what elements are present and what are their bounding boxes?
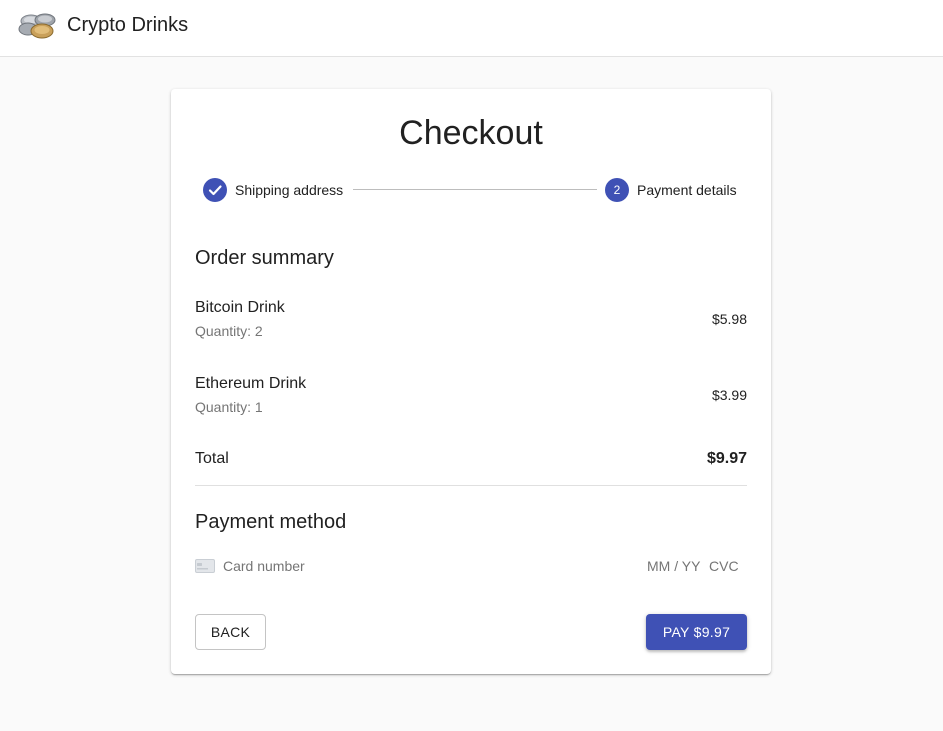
item-quantity: Quantity: 2 [195, 323, 263, 339]
back-button[interactable]: BACK [195, 614, 266, 650]
step-label-shipping-address: Shipping address [235, 182, 344, 198]
item-name: Ethereum Drink [195, 375, 307, 392]
card-input-field[interactable]: Card number MM / YY CVC [195, 555, 747, 577]
step-label-payment-details: Payment details [637, 182, 737, 198]
card-number-input[interactable]: Card number [223, 558, 305, 574]
pay-button[interactable]: PAY $9.97 [646, 614, 747, 650]
total-value: $9.97 [706, 450, 747, 467]
coins-icon [18, 13, 56, 39]
total-label: Total [195, 450, 229, 467]
payment-method-title: Payment method [195, 511, 347, 533]
credit-card-icon [195, 559, 215, 573]
step-completed-check-icon [203, 178, 227, 202]
step-connector [353, 189, 597, 190]
card-cvc-input[interactable]: CVC [709, 558, 739, 574]
order-summary-title: Order summary [195, 247, 334, 269]
item-name: Bitcoin Drink [195, 299, 285, 316]
app-bar: Crypto Drinks [0, 0, 943, 57]
item-quantity: Quantity: 1 [195, 399, 263, 415]
check-icon [208, 185, 222, 196]
app-title: Crypto Drinks [67, 14, 189, 36]
item-price: $3.99 [711, 387, 747, 403]
step-number-icon: 2 [605, 178, 629, 202]
checkout-card: Checkout Shipping address 2 Payment deta… [171, 89, 771, 674]
page-title: Checkout [399, 114, 543, 152]
card-expiry-input[interactable]: MM / YY [647, 558, 700, 574]
divider [195, 485, 747, 486]
item-price: $5.98 [711, 311, 747, 327]
